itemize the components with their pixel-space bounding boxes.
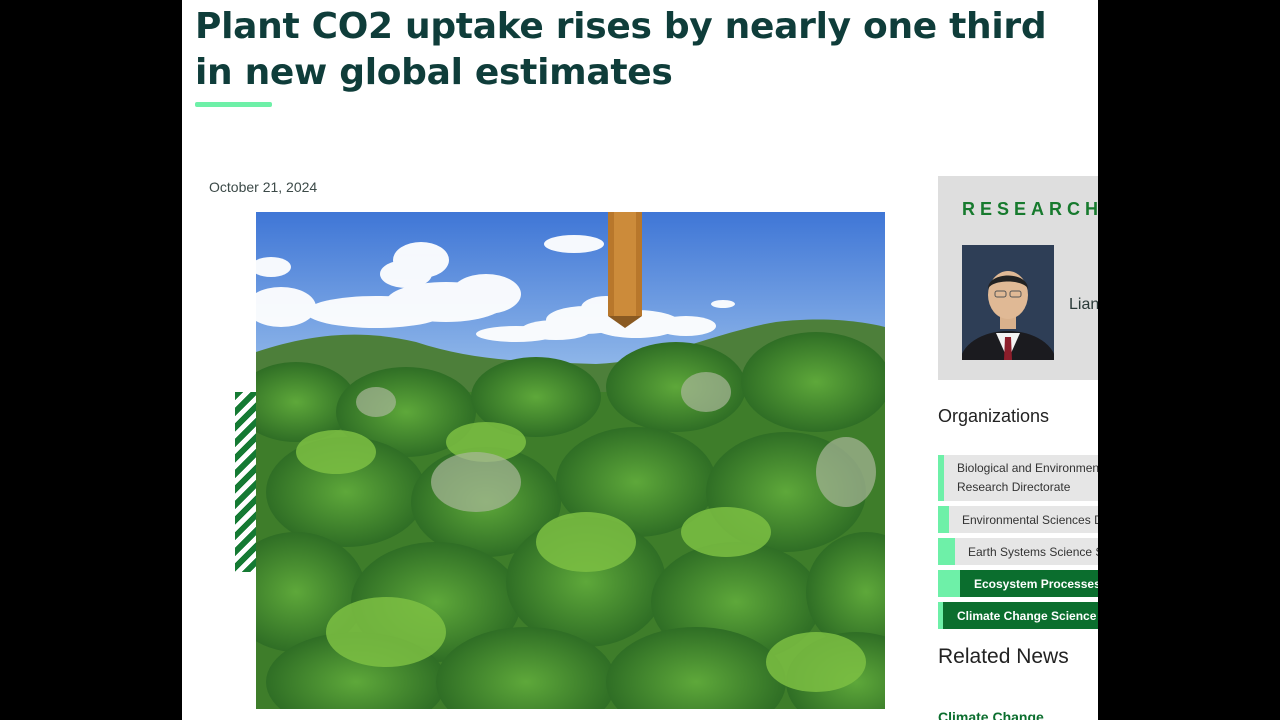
related-news-heading: Related News [938, 645, 1069, 668]
page-title: Plant CO2 uptake rises by nearly one thi… [195, 6, 1047, 93]
org-item-environmental-sciences[interactable]: Environmental Sciences Division [938, 506, 1098, 533]
forest-canopy-image [256, 212, 885, 709]
org-item-label: Earth Systems Science Section [955, 538, 1098, 565]
org-item-climate-change-science[interactable]: Climate Change Science Institute [938, 602, 1098, 629]
decorative-stripes [235, 392, 257, 572]
org-item-label: Environmental Sciences Division [949, 506, 1098, 533]
related-news-link[interactable]: Climate Change [938, 709, 1044, 720]
org-indent-bar [938, 570, 960, 597]
title-underline [195, 102, 272, 107]
org-item-ber-directorate[interactable]: Biological and Environmental Research Di… [938, 455, 1098, 501]
org-indent-bar [938, 538, 955, 565]
org-item-ecosystem-processes[interactable]: Ecosystem Processes Group [938, 570, 1098, 597]
researcher-photo[interactable] [962, 245, 1054, 360]
org-indent-bar [938, 506, 949, 533]
article-date: October 21, 2024 [209, 179, 318, 195]
researcher-heading: RESEARCHER [962, 199, 1098, 219]
organizations-heading: Organizations [938, 406, 1050, 426]
browser-viewport: Plant CO2 uptake rises by nearly one thi… [182, 0, 1098, 720]
researcher-card: RESEARCHER Liang [938, 176, 1098, 380]
org-item-label: Ecosystem Processes Group [960, 570, 1098, 597]
org-item-label: Biological and Environmental Research Di… [944, 455, 1098, 501]
researcher-name[interactable]: Liang [1069, 296, 1098, 314]
org-item-earth-systems-science[interactable]: Earth Systems Science Section [938, 538, 1098, 565]
org-item-label: Climate Change Science Institute [943, 602, 1098, 629]
